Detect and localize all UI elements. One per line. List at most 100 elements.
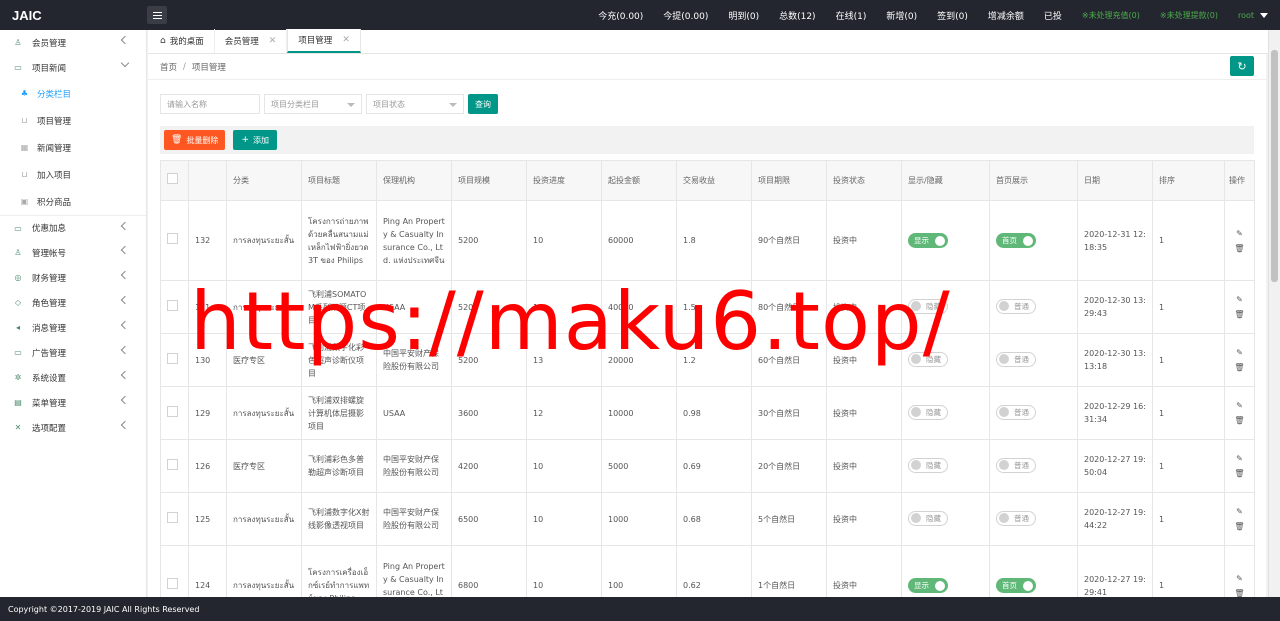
visibility-toggle[interactable]: 显示 bbox=[908, 233, 948, 248]
edit-icon[interactable]: ✎ bbox=[1236, 505, 1243, 518]
cell-sort: 1 bbox=[1152, 545, 1225, 597]
sidebar-item-promotions[interactable]: ▭ 优惠加息 bbox=[0, 215, 146, 240]
sidebar-subitem-category[interactable]: ♣ 分类栏目 bbox=[0, 80, 146, 107]
breadcrumb-home[interactable]: 首页 bbox=[160, 61, 177, 73]
row-checkbox[interactable] bbox=[167, 405, 178, 417]
delete-icon[interactable]: 🗑 bbox=[1234, 587, 1244, 598]
sidebar-item-ads[interactable]: ▭ 广告管理 bbox=[0, 340, 146, 365]
stat-tomorrow-due[interactable]: 明到(0) bbox=[728, 9, 759, 22]
delete-icon[interactable]: 🗑 bbox=[1234, 520, 1244, 533]
row-checkbox[interactable] bbox=[167, 299, 178, 311]
search-button[interactable]: 查询 bbox=[468, 94, 498, 114]
sidebar-item-members[interactable]: ♙ 会员管理 bbox=[0, 30, 146, 55]
select-all-checkbox[interactable] bbox=[167, 173, 178, 184]
sidebar-item-messages[interactable]: ◂ 消息管理 bbox=[0, 315, 146, 340]
menu-toggle-button[interactable] bbox=[147, 6, 167, 24]
home-display-toggle[interactable]: 首页 bbox=[996, 578, 1036, 593]
delete-icon[interactable]: 🗑 bbox=[1234, 242, 1244, 255]
sidebar-item-settings[interactable]: ✲ 系统设置 bbox=[0, 365, 146, 390]
chevron-left-icon bbox=[120, 370, 130, 380]
toggle-knob bbox=[911, 513, 921, 524]
delete-icon[interactable]: 🗑 bbox=[1234, 467, 1244, 480]
delete-icon[interactable]: 🗑 bbox=[1234, 308, 1244, 321]
tab-home[interactable]: ⌂ 我的桌面 bbox=[150, 29, 215, 53]
edit-icon[interactable]: ✎ bbox=[1236, 227, 1243, 240]
edit-icon[interactable]: ✎ bbox=[1236, 346, 1243, 359]
header-min-amount: 起投金额 bbox=[601, 160, 677, 201]
home-display-toggle[interactable]: 普通 bbox=[996, 351, 1036, 367]
stat-invested[interactable]: 已投 bbox=[1044, 9, 1062, 22]
cell-sort: 1 bbox=[1152, 280, 1225, 334]
cell-title: 飞利浦数字化X射线影像透视项目 bbox=[301, 492, 377, 546]
row-select-cell bbox=[160, 200, 189, 281]
home-display-toggle[interactable]: 普通 bbox=[996, 404, 1036, 420]
row-checkbox[interactable] bbox=[167, 352, 178, 364]
sidebar-item-roles[interactable]: ◇ 角色管理 bbox=[0, 290, 146, 315]
stat-online[interactable]: 在线(1) bbox=[836, 9, 867, 22]
sidebar-subitem-label: 项目管理 bbox=[37, 116, 72, 127]
cell-id: 126 bbox=[188, 439, 227, 493]
home-display-toggle[interactable]: 首页 bbox=[996, 233, 1036, 248]
scrollbar-thumb[interactable] bbox=[1271, 50, 1278, 282]
row-checkbox[interactable] bbox=[167, 578, 178, 589]
cell-home-display: 首页 bbox=[989, 545, 1078, 597]
edit-icon[interactable]: ✎ bbox=[1236, 452, 1243, 465]
close-icon[interactable]: ✕ bbox=[269, 36, 277, 46]
sidebar-item-finance[interactable]: ◎ 财务管理 bbox=[0, 265, 146, 290]
visibility-toggle[interactable]: 显示 bbox=[908, 578, 948, 593]
sidebar-subitem-points[interactable]: ▣ 积分商品 bbox=[0, 188, 146, 215]
sidebar-item-label: 选项配置 bbox=[32, 423, 67, 434]
sidebar-subitem-news[interactable]: ▦ 新闻管理 bbox=[0, 134, 146, 161]
pending-recharge-link[interactable]: ※未处理充值(0) bbox=[1082, 10, 1140, 21]
cell-org: USAA bbox=[376, 386, 452, 440]
home-display-toggle[interactable]: 普通 bbox=[996, 298, 1036, 314]
sidebar-subitem-projects[interactable]: ⊔ 项目管理 bbox=[0, 107, 146, 134]
visibility-toggle[interactable]: 隐藏 bbox=[908, 404, 948, 420]
app-logo[interactable]: JAIC bbox=[0, 8, 147, 23]
edit-icon[interactable]: ✎ bbox=[1236, 572, 1243, 585]
edit-icon[interactable]: ✎ bbox=[1236, 293, 1243, 306]
category-select[interactable]: 项目分类栏目 bbox=[264, 94, 362, 114]
row-checkbox[interactable] bbox=[167, 511, 178, 523]
refresh-button[interactable]: ↻ bbox=[1230, 56, 1254, 76]
name-search-input[interactable]: 请输入名称 bbox=[160, 94, 260, 114]
row-checkbox[interactable] bbox=[167, 458, 178, 470]
cell-visibility: 显示 bbox=[901, 200, 990, 281]
header-status: 投资状态 bbox=[826, 160, 902, 201]
close-icon[interactable]: ✕ bbox=[342, 35, 350, 45]
visibility-toggle[interactable]: 隐藏 bbox=[908, 510, 948, 526]
edit-icon[interactable]: ✎ bbox=[1236, 399, 1243, 412]
row-checkbox[interactable] bbox=[167, 233, 178, 244]
batch-delete-button[interactable]: 🗑 批量删除 bbox=[164, 130, 226, 150]
cell-term: 5个自然日 bbox=[751, 492, 827, 546]
sidebar-item-label: 会员管理 bbox=[32, 38, 67, 49]
sidebar-item-menus[interactable]: ▤ 菜单管理 bbox=[0, 390, 146, 415]
home-display-toggle[interactable]: 普通 bbox=[996, 457, 1036, 473]
breadcrumb-separator: / bbox=[183, 61, 186, 72]
tab-members[interactable]: 会员管理 ✕ bbox=[215, 29, 288, 53]
page-scrollbar[interactable] bbox=[1268, 30, 1280, 597]
add-button[interactable]: + 添加 bbox=[233, 130, 277, 150]
sidebar-item-options[interactable]: ✕ 选项配置 bbox=[0, 415, 146, 440]
visibility-toggle[interactable]: 隐藏 bbox=[908, 457, 948, 473]
tab-bar: ⌂ 我的桌面 会员管理 ✕ 项目管理 ✕ bbox=[148, 29, 1280, 54]
status-select[interactable]: 项目状态 bbox=[366, 94, 464, 114]
tab-projects[interactable]: 项目管理 ✕ bbox=[287, 29, 361, 53]
cell-yield: 0.68 bbox=[676, 492, 752, 546]
delete-icon[interactable]: 🗑 bbox=[1234, 414, 1244, 427]
config-icon: ✕ bbox=[14, 423, 22, 432]
stat-adjust-balance[interactable]: 增减余额 bbox=[988, 9, 1024, 22]
stat-signin[interactable]: 签到(0) bbox=[937, 9, 968, 22]
stat-today-recharge[interactable]: 今充(0.00) bbox=[598, 9, 643, 22]
stat-new[interactable]: 新增(0) bbox=[886, 9, 917, 22]
cell-date: 2020-12-27 19:44:22 bbox=[1077, 492, 1153, 546]
sidebar-item-project-news[interactable]: ▭ 项目新闻 bbox=[0, 55, 146, 80]
sidebar-subitem-join[interactable]: ⊔ 加入项目 bbox=[0, 161, 146, 188]
home-display-toggle[interactable]: 普通 bbox=[996, 510, 1036, 526]
user-menu[interactable]: root bbox=[1238, 11, 1268, 20]
sidebar-item-admin-accounts[interactable]: ♙ 管理帐号 bbox=[0, 240, 146, 265]
stat-total[interactable]: 总数(12) bbox=[779, 9, 815, 22]
stat-today-withdraw[interactable]: 今提(0.00) bbox=[663, 9, 708, 22]
delete-icon[interactable]: 🗑 bbox=[1234, 361, 1244, 374]
pending-withdraw-link[interactable]: ※未处理提款(0) bbox=[1160, 10, 1218, 21]
